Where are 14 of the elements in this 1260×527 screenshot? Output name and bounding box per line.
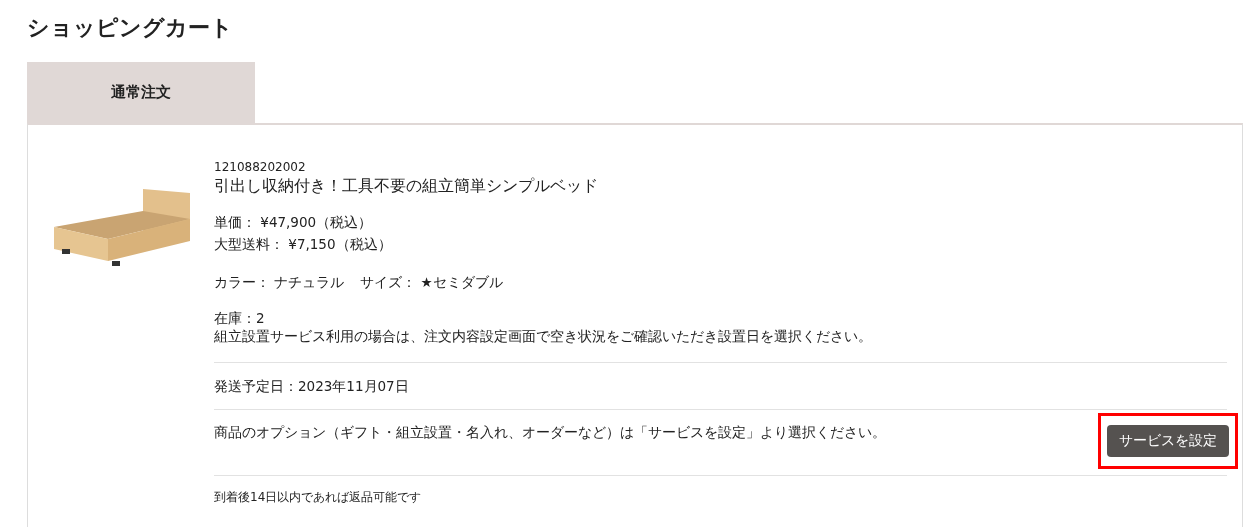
product-name: 引出し収納付き！工具不要の組立簡単シンプルベッド [214,175,599,197]
assembly-notice: 組立設置サービス利用の場合は、注文内容設定画面で空き状況をご確認いただき設置日を選択ください。 [214,327,873,346]
product-code: 121088202002 [214,159,307,175]
return-note: 到着後14日以内であれば返品可能です [214,475,1227,506]
price-line: 大型送料： ¥7,150（税込） [214,235,393,254]
order-tab[interactable]: 通常注文 [27,62,255,123]
service-button[interactable]: サービスを設定 [1107,425,1229,457]
product-attribute: カラー： ナチュラル [214,273,345,292]
price-line: 単価： ¥47,900（税込） [214,213,374,232]
product-attribute: サイズ： ★セミダブル [360,273,503,292]
options-note: 商品のオプション（ギフト・組立設置・名入れ、オーダーなど）は「サービスを設定」より選択ください。 [214,423,886,442]
ship-date: 発送予定日：2023年11月07日 [214,362,1227,409]
page-title: ショッピングカート [27,14,234,42]
stock-count: 在庫：2 [214,309,266,327]
